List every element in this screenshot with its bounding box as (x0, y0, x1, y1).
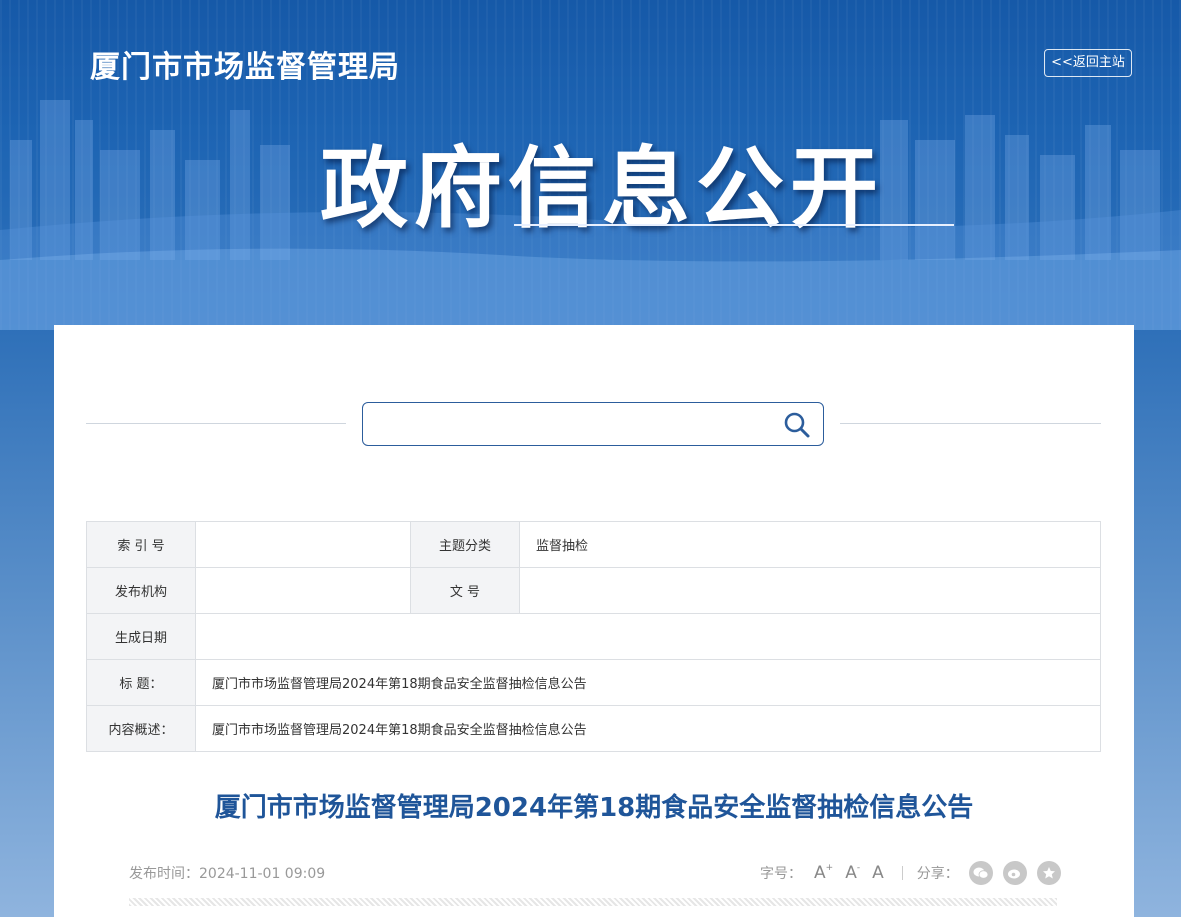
search-icon[interactable] (783, 411, 811, 439)
share-label: 分享： (916, 866, 959, 882)
font-size-label: 字号： (760, 866, 802, 882)
content-panel: 索 引 号 主题分类 监督抽检 发布机构 文 号 生成日期 标 题： 厦门市市场… (54, 325, 1134, 917)
table-row: 发布机构 文 号 (86, 567, 1101, 614)
metadata-table: 索 引 号 主题分类 监督抽检 发布机构 文 号 生成日期 标 题： 厦门市市场… (86, 521, 1101, 752)
table-row: 内容概述： 厦门市市场监督管理局2024年第18期食品安全监督抽检信息公告 (86, 705, 1101, 752)
weibo-share-button[interactable] (1002, 861, 1027, 885)
docno-label: 文 号 (410, 567, 520, 614)
back-to-main-site-button[interactable]: <<返回主站 (1044, 49, 1132, 77)
search-box (362, 402, 824, 446)
publisher-label: 发布机构 (86, 567, 196, 614)
weibo-icon (1007, 869, 1020, 879)
font-decrease-button[interactable]: A- (845, 863, 860, 883)
summary-value: 厦门市市场监督管理局2024年第18期食品安全监督抽检信息公告 (195, 705, 1101, 752)
divider-left (86, 423, 346, 424)
title-label: 标 题： (86, 659, 196, 706)
tools-separator (901, 866, 903, 880)
title-value: 厦门市市场监督管理局2024年第18期食品安全监督抽检信息公告 (195, 659, 1101, 706)
font-decrease-glyph: A (845, 863, 857, 883)
divider-right (840, 423, 1101, 424)
summary-label: 内容概述： (86, 705, 196, 752)
date-value (195, 613, 1101, 660)
search-input[interactable] (371, 409, 775, 441)
index-value (195, 521, 411, 568)
table-row: 生成日期 (86, 613, 1101, 660)
favorite-icon (1042, 867, 1055, 879)
favorite-share-button[interactable] (1036, 861, 1061, 885)
docno-value (519, 567, 1101, 614)
wechat-share-button[interactable] (968, 861, 993, 885)
site-title[interactable]: 厦门市市场监督管理局 (90, 42, 400, 86)
table-row: 标 题： 厦门市市场监督管理局2024年第18期食品安全监督抽检信息公告 (86, 659, 1101, 706)
index-label: 索 引 号 (86, 521, 196, 568)
article-tools: 字号： A+ A- A 分享： (760, 859, 1061, 887)
topic-label: 主题分类 (410, 521, 520, 568)
table-row: 索 引 号 主题分类 监督抽检 (86, 521, 1101, 568)
article-title: 厦门市市场监督管理局2024年第18期食品安全监督抽检信息公告 (214, 793, 974, 823)
content-divider (129, 898, 1057, 906)
publisher-value (195, 567, 411, 614)
date-label: 生成日期 (86, 613, 196, 660)
header-banner: 厦门市市场监督管理局 <<返回主站 政府信息公开 (0, 0, 1181, 330)
wechat-icon (973, 867, 989, 879)
font-increase-button[interactable]: A+ (814, 863, 833, 883)
font-increase-glyph: A (814, 863, 826, 883)
topic-value: 监督抽检 (519, 521, 1101, 568)
font-default-button[interactable]: A (872, 863, 884, 883)
font-increase-sup: + (825, 863, 834, 873)
font-decrease-sup: - (856, 863, 861, 873)
title-underline (514, 224, 954, 226)
publish-time: 发布时间：2024-11-01 09:09 (129, 866, 326, 882)
